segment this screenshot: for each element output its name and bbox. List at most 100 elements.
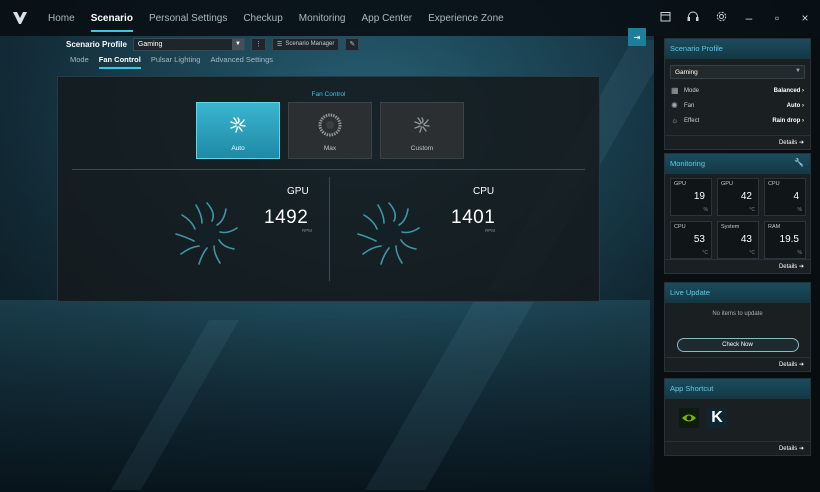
scenario-profile-card: Scenario Profile Gaming ▼ ▦ Mode Balance… (664, 38, 811, 150)
cpu-fan-label: CPU (473, 186, 495, 197)
side-profile-select[interactable]: Gaming ▼ (670, 65, 805, 79)
monitor-value: 19.5 (779, 234, 799, 245)
app-shortcut-card: App Shortcut K Details ➔ (664, 378, 811, 456)
background-floor (0, 300, 650, 492)
headset-icon[interactable] (686, 11, 700, 25)
monitoring-grid: GPU 19 % GPU 42 °C CPU 4 % CPU 53 °C Sys… (665, 174, 810, 263)
monitor-label: CPU (674, 224, 686, 230)
gear-icon[interactable] (714, 11, 728, 25)
fan-mode-custom[interactable]: Custom (380, 102, 464, 159)
calendar-icon[interactable] (658, 11, 672, 25)
chevron-down-icon: ▼ (795, 68, 801, 74)
effect-icon: ☼ (671, 116, 679, 125)
side-row-value: Rain drop › (772, 117, 804, 124)
check-now-button[interactable]: Check Now (676, 338, 799, 352)
monitor-value: 43 (740, 234, 752, 245)
tab-app-center[interactable]: App Center (354, 0, 421, 36)
edit-button[interactable]: ✎ (345, 37, 360, 51)
side-row-effect[interactable]: ☼ Effect Rain drop › (665, 113, 810, 128)
live-update-details-link[interactable]: Details ➔ (665, 357, 810, 371)
tab-checkup[interactable]: Checkup (235, 0, 290, 36)
panel-collapse-icon: ⇥ (633, 32, 641, 42)
custom-fan-icon (414, 117, 430, 133)
live-update-card-title: Live Update (665, 283, 810, 303)
subtab-fan-control[interactable]: Fan Control (98, 55, 141, 69)
top-bar: Home Scenario Personal Settings Checkup … (0, 0, 820, 36)
killer-icon[interactable]: K (707, 408, 727, 428)
side-row-label: Fan (684, 102, 695, 109)
sub-tabs: Mode Fan Control Pulsar Lighting Advance… (70, 55, 273, 69)
monitor-unit: °C (702, 250, 708, 256)
side-panel: Scenario Profile Gaming ▼ ▦ Mode Balance… (654, 36, 820, 492)
monitor-system-temp: System 43 °C (717, 221, 759, 259)
main-nav: Home Scenario Personal Settings Checkup … (40, 0, 512, 36)
cpu-fan-rpm: 1401 (451, 207, 496, 228)
scenario-manager-button[interactable]: ☰ Scenario Manager (271, 37, 340, 51)
monitoring-card: Monitoring 🔧 GPU 19 % GPU 42 °C CPU 4 % … (664, 153, 811, 274)
side-row-value: Auto › (786, 102, 804, 109)
monitor-unit: °C (749, 207, 755, 213)
tab-monitoring[interactable]: Monitoring (291, 0, 354, 36)
subtab-advanced-settings[interactable]: Advanced Settings (210, 55, 273, 69)
monitor-unit: % (797, 207, 802, 213)
monitor-label: System (721, 224, 740, 230)
fan-mode-max[interactable]: Max (288, 102, 372, 159)
monitor-unit: % (797, 250, 802, 256)
gpu-fan-rpm: 1492 (264, 207, 309, 228)
fan-control-panel: Fan Control Auto Max Custom GPU 1492 RPM… (57, 76, 600, 302)
auto-fan-icon (230, 117, 246, 133)
monitor-label: CPU (768, 181, 780, 187)
monitor-value: 53 (693, 234, 705, 245)
subtab-mode[interactable]: Mode (70, 55, 89, 69)
live-update-card: Live Update No items to update Check Now… (664, 282, 811, 372)
edit-icon: ✎ (349, 41, 356, 48)
fan-control-title: Fan Control (311, 91, 346, 98)
scenario-profile-select[interactable]: Gaming ▼ (132, 37, 245, 51)
monitor-gpu-usage: GPU 19 % (670, 178, 712, 216)
predator-logo-icon (0, 12, 40, 24)
gpu-fan-block: GPU 1492 RPM (72, 177, 322, 297)
gpu-fan-graphic-icon (175, 202, 238, 265)
nvidia-icon[interactable] (679, 408, 699, 428)
monitoring-card-title: Monitoring (670, 159, 706, 168)
app-shortcut-details-link[interactable]: Details ➔ (665, 441, 810, 455)
subtab-pulsar-lighting[interactable]: Pulsar Lighting (151, 55, 201, 69)
monitor-gpu-temp: GPU 42 °C (717, 178, 759, 216)
tab-experience-zone[interactable]: Experience Zone (420, 0, 512, 36)
mode-icon: ▦ (671, 86, 679, 95)
close-button[interactable]: × (798, 11, 812, 25)
killer-icon-letter: K (711, 409, 723, 426)
cpu-fan-rpm-unit: RPM (485, 228, 495, 233)
monitor-cpu-usage: CPU 4 % (764, 178, 806, 216)
monitor-unit: °C (749, 250, 755, 256)
app-shortcut-card-title: App Shortcut (665, 379, 810, 399)
divider (72, 169, 585, 170)
fan-mode-max-label: Max (323, 145, 337, 152)
cpu-fan-graphic-icon (357, 202, 420, 265)
side-row-value: Balanced › (773, 87, 804, 94)
more-options-button[interactable]: ⋮ (250, 37, 266, 51)
side-panel-toggle-button[interactable]: ⇥ (628, 28, 646, 46)
monitor-unit: % (703, 207, 708, 213)
monitor-value: 4 (793, 191, 799, 202)
scenario-profile-details-link[interactable]: Details ➔ (665, 135, 810, 149)
side-row-fan[interactable]: ✺ Fan Auto › (665, 98, 810, 113)
side-row-mode[interactable]: ▦ Mode Balanced › (665, 83, 810, 98)
list-icon: ☰ (276, 41, 283, 48)
tab-scenario[interactable]: Scenario (83, 0, 141, 36)
monitoring-details-link[interactable]: Details ➔ (665, 259, 810, 273)
max-fan-icon (318, 113, 342, 137)
tab-personal-settings[interactable]: Personal Settings (141, 0, 235, 36)
maximize-button[interactable]: ▫ (770, 11, 784, 25)
fan-icon: ✺ (671, 101, 678, 110)
wrench-icon[interactable]: 🔧 (794, 158, 804, 167)
divider (329, 177, 330, 281)
monitor-label: GPU (721, 181, 733, 187)
fan-mode-auto[interactable]: Auto (196, 102, 280, 159)
monitor-cpu-temp: CPU 53 °C (670, 221, 712, 259)
minimize-button[interactable]: – (742, 11, 756, 25)
monitor-ram-usage: RAM 19.5 % (764, 221, 806, 259)
tab-home[interactable]: Home (40, 0, 83, 36)
scenario-profile-row: Scenario Profile Gaming ▼ ⋮ ☰ Scenario M… (66, 35, 360, 53)
cpu-fan-block: CPU 1401 RPM (338, 177, 588, 297)
